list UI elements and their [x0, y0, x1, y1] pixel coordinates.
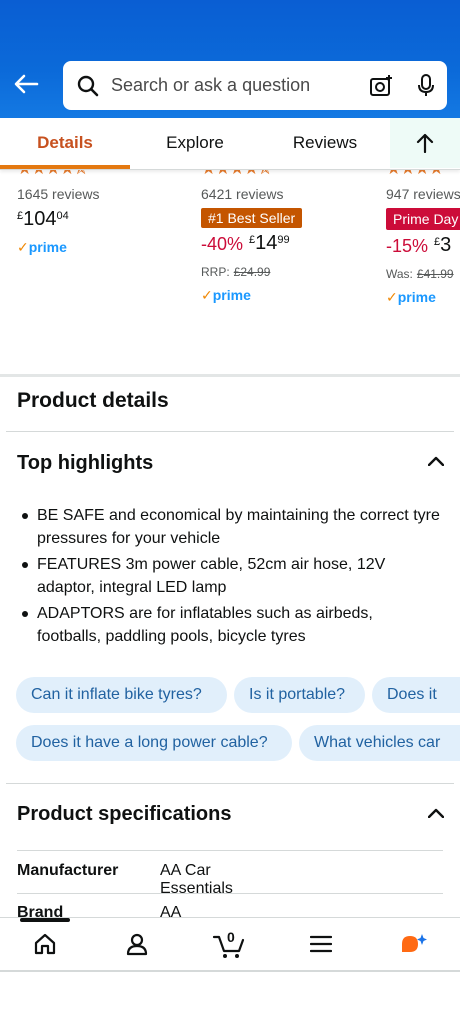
prime-badge: ✓prime — [17, 239, 67, 255]
divider — [6, 783, 454, 784]
camera-search-icon[interactable] — [369, 74, 393, 98]
was-price: Was: £41.99 — [386, 267, 454, 281]
prime-badge: ✓prime — [201, 287, 251, 303]
active-nav-indicator — [20, 918, 70, 922]
divider — [0, 970, 460, 972]
account-icon[interactable] — [117, 926, 157, 962]
price-fraction: 04 — [56, 210, 69, 222]
search-bar[interactable]: Search or ask a question — [63, 61, 447, 110]
best-seller-badge: #1 Best Seller — [201, 208, 303, 228]
home-icon[interactable] — [25, 926, 65, 962]
divider — [17, 893, 443, 894]
chevron-up-icon[interactable] — [426, 451, 446, 471]
question-chip[interactable]: What vehicles car — [299, 725, 460, 761]
product-specifications-heading[interactable]: Product specifications — [17, 803, 232, 826]
highlights-list: BE SAFE and economical by maintaining th… — [20, 504, 440, 651]
bottom-navigation: 0 — [0, 917, 460, 971]
divider — [6, 431, 454, 432]
product-details-heading: Product details — [17, 389, 169, 412]
tab-explore[interactable]: Explore — [135, 118, 255, 168]
price: £ 3 — [434, 234, 452, 256]
question-chip[interactable]: Is it portable? — [234, 677, 365, 713]
rrp-price: RRP: £24.99 — [201, 265, 271, 279]
top-highlights-heading[interactable]: Top highlights — [17, 452, 153, 475]
product-card[interactable]: ★★★★ 947 reviews Prime Day Deal -15% £ 3… — [386, 160, 460, 320]
price-row: -40% £ 14 99 — [201, 232, 302, 255]
discount-percent: -15% — [386, 236, 429, 256]
search-input[interactable]: Search or ask a question — [111, 75, 369, 96]
highlight-item: BE SAFE and economical by maintaining th… — [20, 504, 440, 550]
divider — [17, 850, 443, 851]
prime-badge: ✓prime — [386, 289, 436, 305]
review-count: 6421 reviews — [201, 186, 284, 202]
product-card[interactable]: ★★★★✯ 6421 reviews #1 Best Seller -40% £… — [201, 159, 303, 304]
menu-icon[interactable] — [301, 926, 341, 962]
cart-count: 0 — [227, 929, 235, 945]
scroll-to-top-button[interactable] — [390, 118, 460, 168]
question-chip[interactable]: Can it inflate bike tyres? — [16, 677, 227, 713]
prime-check-icon: ✓ — [386, 289, 398, 305]
prime-check-icon: ✓ — [17, 239, 29, 255]
chevron-up-icon[interactable] — [426, 803, 446, 823]
price: £ 14 99 — [249, 232, 290, 254]
section-divider — [0, 374, 460, 377]
back-arrow-icon — [14, 74, 39, 94]
review-count: 947 reviews — [386, 186, 460, 202]
highlight-item: FEATURES 3m power cable, 52cm air hose, … — [20, 553, 440, 599]
question-chip[interactable]: Does it have a long power cable? — [16, 725, 292, 761]
rufus-assistant-icon[interactable] — [393, 926, 433, 962]
review-count: 1645 reviews — [17, 186, 100, 202]
discount-percent: -40% — [201, 234, 244, 254]
price-row: -15% £ 3 — [386, 234, 460, 257]
app-header: Search or ask a question — [0, 0, 460, 118]
price: £ 104 04 — [17, 208, 100, 231]
microphone-icon[interactable] — [417, 73, 435, 98]
question-chip[interactable]: Does it — [372, 677, 460, 713]
spec-key: Manufacturer — [17, 862, 119, 879]
price-whole: 104 — [23, 208, 57, 230]
back-button[interactable] — [8, 66, 44, 102]
arrow-up-icon — [416, 133, 434, 153]
product-card[interactable]: ★★★★✯ 1645 reviews £ 104 04 ✓prime — [17, 159, 100, 256]
active-tab-indicator — [0, 165, 130, 169]
prime-check-icon: ✓ — [201, 287, 213, 303]
tab-reviews[interactable]: Reviews — [265, 118, 385, 168]
search-icon — [77, 75, 99, 97]
highlight-item: ADAPTORS are for inflatables such as air… — [20, 602, 440, 648]
cart-icon[interactable]: 0 — [209, 926, 249, 962]
section-tabs: Details Explore Reviews — [0, 118, 460, 170]
tab-details[interactable]: Details — [0, 118, 130, 168]
prime-day-deal-badge: Prime Day Deal — [386, 208, 460, 230]
